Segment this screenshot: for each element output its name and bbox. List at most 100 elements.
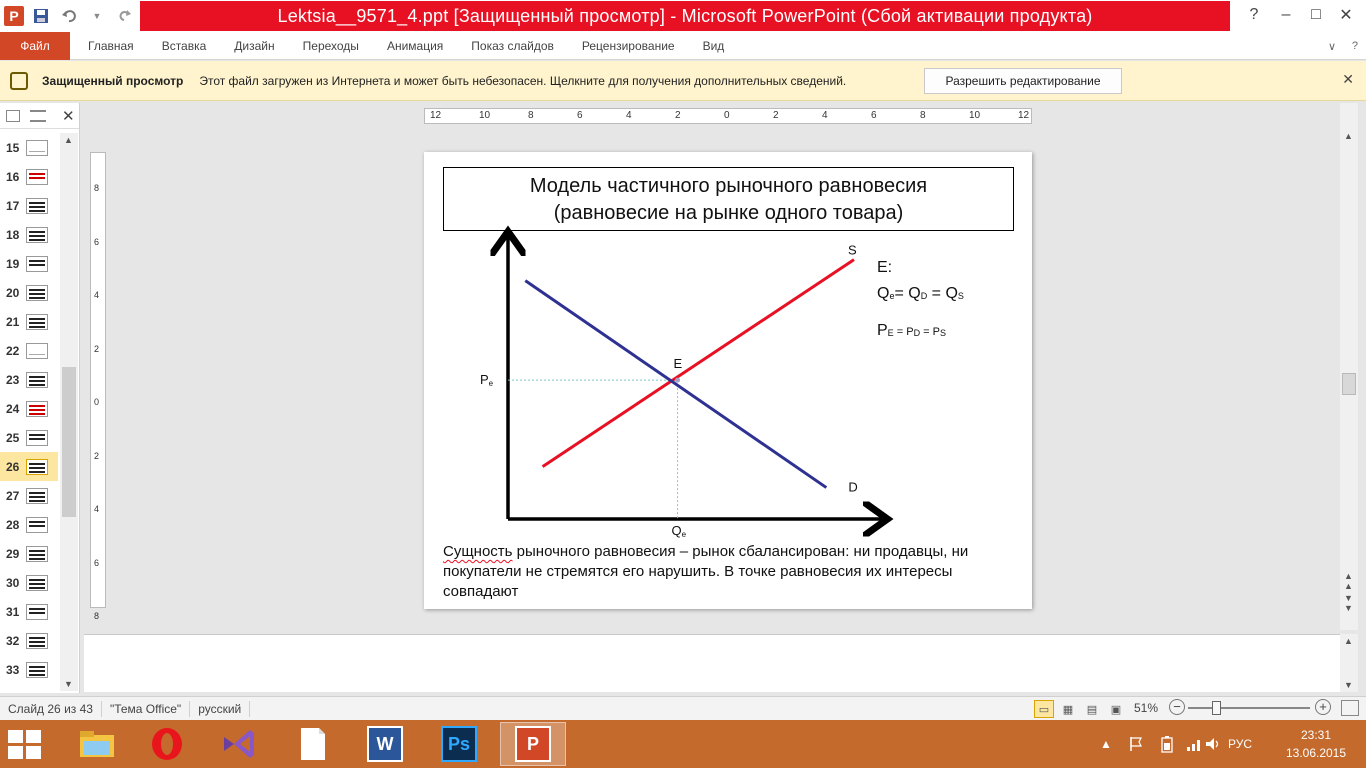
close-button[interactable]: ✕ — [1324, 0, 1366, 30]
zoom-slider[interactable] — [1188, 707, 1310, 709]
scroll-down-icon[interactable]: ▼ — [1344, 603, 1353, 613]
zoom-in-icon[interactable]: + — [1315, 699, 1331, 715]
next-slide-icon[interactable]: ▼ — [1344, 593, 1353, 603]
slide-thumbnail[interactable]: 27 — [0, 481, 58, 510]
slide-thumbnail-image — [26, 487, 48, 504]
slide-thumbnail[interactable]: 32 — [0, 626, 58, 655]
visual-studio-icon[interactable] — [206, 722, 272, 766]
slide-thumbnail[interactable]: 26 — [0, 452, 58, 481]
slide-vertical-scrollbar[interactable]: ▲ ▲ ▲ ▼ ▼ — [1340, 103, 1358, 630]
tab-slideshow[interactable]: Показ слайдов — [457, 39, 568, 53]
tab-home[interactable]: Главная — [70, 39, 148, 53]
spellcheck-word: Сущность — [443, 543, 513, 560]
slide-thumbnail[interactable]: 31 — [0, 597, 58, 626]
slide-thumbnail[interactable]: 28 — [0, 510, 58, 539]
enable-editing-button[interactable]: Разрешить редактирование — [924, 68, 1122, 94]
scroll-down-icon[interactable]: ▼ — [1344, 680, 1353, 690]
battery-icon[interactable] — [1160, 720, 1174, 768]
ruler-label: 12 — [1018, 110, 1030, 121]
notes-pane[interactable] — [84, 634, 1340, 692]
demand-label: D — [848, 480, 857, 495]
file-explorer-icon[interactable] — [64, 722, 130, 766]
tab-design[interactable]: Дизайн — [220, 39, 288, 53]
slide-thumbnail[interactable]: 17 — [0, 191, 58, 220]
collapse-ribbon-icon[interactable]: ∨ — [1328, 40, 1336, 53]
tab-insert[interactable]: Вставка — [148, 39, 221, 53]
outline-tab-icon[interactable] — [30, 109, 46, 122]
slide-thumbnail-image — [26, 458, 48, 475]
tab-transitions[interactable]: Переходы — [289, 39, 373, 53]
slides-tab-icon[interactable] — [6, 109, 20, 122]
windows-start-icon[interactable] — [8, 730, 44, 760]
slide-body-text[interactable]: Сущность рыночного равновесия – рынок сб… — [443, 542, 1023, 602]
tray-expand-icon[interactable]: ▲ — [1100, 720, 1112, 768]
powerpoint-app-icon[interactable]: P — [4, 6, 24, 26]
clock[interactable]: 23:31 13.06.2015 — [1276, 726, 1356, 762]
normal-view-icon[interactable]: ▭ — [1034, 700, 1054, 718]
slide-thumbnail[interactable]: 19 — [0, 249, 58, 278]
tab-review[interactable]: Рецензирование — [568, 39, 689, 53]
ribbon-help-icon[interactable]: ? — [1352, 40, 1358, 52]
tab-animation[interactable]: Анимация — [373, 39, 457, 53]
word-icon-label: W — [367, 726, 403, 762]
zoom-percent[interactable]: 51% — [1134, 701, 1158, 715]
notes-scrollbar[interactable]: ▲ ▼ — [1340, 634, 1358, 692]
action-center-flag-icon[interactable] — [1128, 720, 1144, 768]
slide-thumbnail[interactable]: 29 — [0, 539, 58, 568]
slide-thumbnail-number: 15 — [6, 140, 20, 155]
volume-icon[interactable] — [1204, 720, 1222, 768]
tab-view[interactable]: Вид — [689, 39, 739, 53]
opera-icon[interactable] — [134, 722, 200, 766]
scrollbar-thumb[interactable] — [1342, 373, 1356, 395]
scroll-up-icon[interactable]: ▲ — [1344, 571, 1353, 581]
view-buttons: ▭ ▦ ▤ ▣ — [1034, 700, 1130, 718]
scroll-down-icon[interactable]: ▼ — [64, 679, 73, 689]
scroll-up-icon[interactable]: ▲ — [1344, 131, 1353, 141]
thumbnails-scrollbar[interactable]: ▲ ▼ — [60, 133, 78, 691]
photoshop-icon-label: Ps — [441, 726, 477, 762]
slide-thumbnail[interactable]: 21 — [0, 307, 58, 336]
scrollbar-thumb[interactable] — [62, 367, 76, 517]
zoom-out-icon[interactable]: − — [1169, 699, 1185, 715]
dropdown-arrow-icon[interactable]: ▼ — [86, 5, 108, 27]
word-icon[interactable]: W — [352, 722, 418, 766]
reading-view-icon[interactable]: ▤ — [1082, 700, 1102, 718]
slide-thumbnail[interactable]: 24 — [0, 394, 58, 423]
photoshop-icon[interactable]: Ps — [426, 722, 492, 766]
slide-thumbnail[interactable]: 22 — [0, 336, 58, 365]
language-indicator[interactable]: русский — [190, 700, 251, 717]
close-icon[interactable]: ✕ — [1342, 71, 1354, 88]
supply-label: S — [848, 243, 857, 258]
slide-sorter-icon[interactable]: ▦ — [1058, 700, 1078, 718]
redo-icon[interactable] — [114, 5, 136, 27]
demand-line — [524, 279, 828, 489]
close-pane-icon[interactable]: ✕ — [62, 107, 75, 125]
slide-thumbnail-number: 22 — [6, 343, 20, 358]
previous-slide-icon[interactable]: ▲ — [1344, 581, 1353, 591]
scroll-up-icon[interactable]: ▲ — [1344, 636, 1353, 646]
price-axis-label: Pe — [480, 372, 494, 388]
input-language[interactable]: РУС — [1228, 720, 1252, 768]
slide-thumbnail[interactable]: 20 — [0, 278, 58, 307]
slide-canvas[interactable]: Модель частичного рыночного равновесия (… — [424, 152, 1032, 609]
slide-thumbnail[interactable]: 16 — [0, 162, 58, 191]
ruler-label: 8 — [94, 183, 100, 193]
slide-thumbnail[interactable]: 25 — [0, 423, 58, 452]
slideshow-icon[interactable]: ▣ — [1106, 700, 1126, 718]
slide-thumbnail[interactable]: 33 — [0, 655, 58, 684]
slide-thumbnail[interactable]: 18 — [0, 220, 58, 249]
ruler-label: 10 — [479, 110, 491, 121]
blank-document-icon[interactable] — [280, 722, 346, 766]
zoom-slider-knob[interactable] — [1212, 701, 1222, 715]
protected-view-message[interactable]: Этот файл загружен из Интернета и может … — [199, 74, 846, 88]
slide-thumbnail[interactable]: 23 — [0, 365, 58, 394]
fit-to-window-icon[interactable] — [1341, 700, 1359, 716]
scroll-up-icon[interactable]: ▲ — [64, 135, 73, 145]
undo-icon[interactable] — [58, 5, 80, 27]
slide-thumbnail[interactable]: 15 — [0, 133, 58, 162]
slide-thumbnail[interactable]: 30 — [0, 568, 58, 597]
powerpoint-taskbar-icon[interactable]: P — [500, 722, 566, 766]
network-signal-icon[interactable] — [1186, 720, 1204, 768]
tab-file[interactable]: Файл — [0, 31, 70, 60]
save-icon[interactable] — [30, 5, 52, 27]
